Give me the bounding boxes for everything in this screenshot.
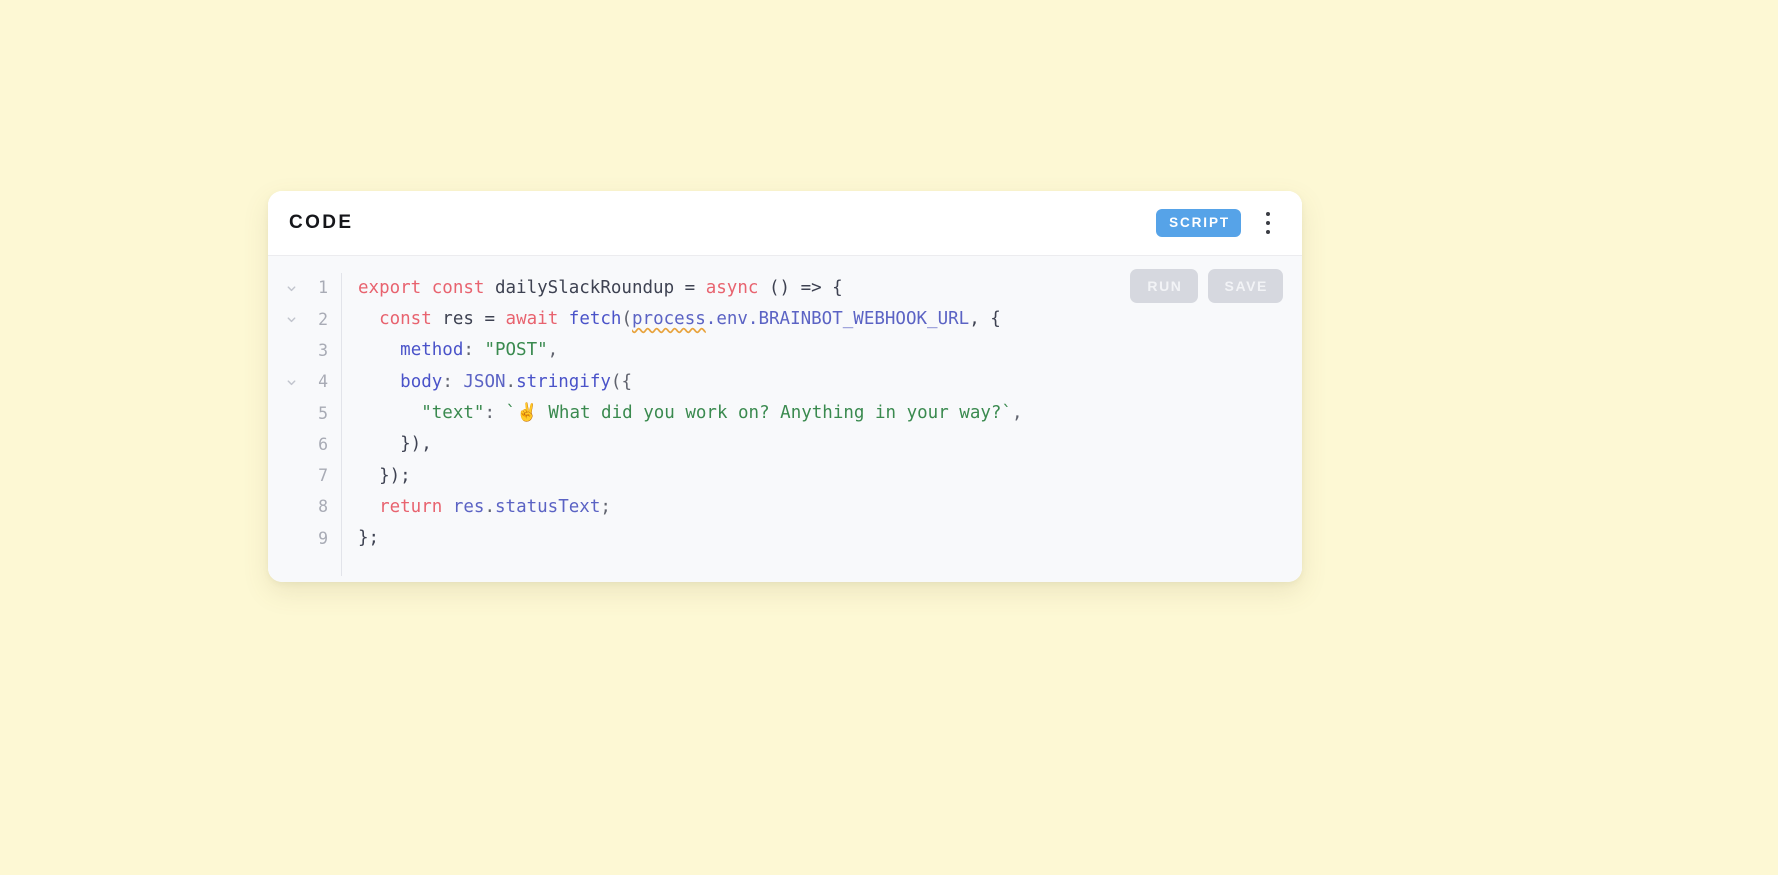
code-line: }), bbox=[358, 429, 1302, 460]
code-token: const bbox=[431, 277, 485, 298]
card-header: CODE SCRIPT bbox=[268, 191, 1302, 256]
code-content[interactable]: export const dailySlackRoundup = async (… bbox=[342, 273, 1302, 582]
page-title: CODE bbox=[289, 212, 354, 233]
gutter-row: 6 bbox=[278, 429, 328, 460]
code-token: }); bbox=[358, 465, 411, 486]
code-line: return res. statusText; bbox=[358, 492, 1302, 523]
line-number: 7 bbox=[318, 466, 328, 486]
code-token: ; bbox=[600, 496, 611, 517]
code-line: }); bbox=[358, 461, 1302, 492]
code-token: "POST" bbox=[484, 340, 548, 361]
code-token: = bbox=[684, 277, 696, 298]
kebab-dot bbox=[1265, 211, 1271, 217]
code-token: }), bbox=[358, 434, 432, 455]
code-token: JSON bbox=[463, 371, 506, 392]
run-button[interactable]: RUN bbox=[1130, 269, 1198, 303]
code-line: }; bbox=[358, 523, 1302, 554]
code-token: const bbox=[379, 309, 432, 330]
code-token: process bbox=[632, 309, 706, 330]
line-number: 8 bbox=[318, 497, 328, 517]
save-button[interactable]: SAVE bbox=[1207, 269, 1283, 303]
code-editor[interactable]: 1 2 3 4 5 6 7 8 9 export const dailySlackRoundup… bbox=[268, 256, 1302, 582]
code-token: : bbox=[442, 371, 464, 392]
line-number: 2 bbox=[318, 309, 328, 329]
gutter-row: 3 bbox=[278, 336, 328, 367]
line-number: 6 bbox=[318, 434, 328, 454]
gutter-row: 9 bbox=[278, 523, 328, 554]
code-token: statusText bbox=[495, 496, 601, 517]
editor-actions: RUN SAVE bbox=[1130, 269, 1283, 303]
code-token: fetch bbox=[568, 309, 622, 330]
gutter-row: 7 bbox=[278, 461, 328, 492]
code-token: .env.BRAINBOT_WEBHOOK_URL bbox=[705, 309, 970, 330]
code-token: stringify bbox=[516, 371, 611, 392]
code-token: . bbox=[505, 371, 517, 392]
kebab-dot bbox=[1265, 229, 1271, 235]
code-token: ( bbox=[621, 309, 633, 330]
line-number-gutter: 1 2 3 4 5 6 7 8 9 bbox=[268, 273, 328, 582]
code-token: : bbox=[484, 403, 506, 424]
line-number: 3 bbox=[318, 340, 328, 360]
code-token: await bbox=[505, 309, 559, 330]
gutter-row: 1 bbox=[278, 273, 328, 304]
code-line: const res = await fetch(process .env.BRAI… bbox=[358, 304, 1302, 335]
code-line: method: "POST", bbox=[358, 336, 1302, 367]
code-token: method bbox=[400, 340, 464, 361]
code-token: ({ bbox=[610, 371, 632, 392]
code-token: () => { bbox=[758, 277, 843, 298]
line-number: 1 bbox=[318, 278, 328, 298]
code-token: async bbox=[705, 277, 759, 298]
code-token: res bbox=[452, 496, 485, 517]
line-number: 5 bbox=[318, 403, 328, 423]
code-token: }; bbox=[358, 528, 380, 549]
code-token: : bbox=[463, 340, 485, 361]
code-token: "text" bbox=[421, 403, 485, 424]
gutter-row: 2 bbox=[278, 304, 328, 335]
code-line: body: JSON. stringify({ bbox=[358, 367, 1302, 398]
gutter-row: 8 bbox=[278, 492, 328, 523]
chevron-down-icon[interactable] bbox=[278, 377, 304, 388]
code-token: export bbox=[358, 277, 422, 298]
code-token: , bbox=[547, 340, 559, 361]
gutter-row: 5 bbox=[278, 398, 328, 429]
line-number: 4 bbox=[318, 372, 328, 392]
code-token: `✌️ What did you work on? Anything in yo… bbox=[505, 403, 1012, 424]
code-card: CODE SCRIPT 1 2 3 4 5 6 7 8 9 export const daily… bbox=[268, 191, 1302, 582]
kebab-dot bbox=[1265, 220, 1271, 226]
code-token: . bbox=[484, 496, 495, 517]
code-token: return bbox=[379, 496, 443, 517]
kebab-menu-icon[interactable] bbox=[1253, 206, 1283, 240]
line-number: 9 bbox=[318, 528, 328, 548]
gutter-row: 4 bbox=[278, 367, 328, 398]
chevron-down-icon[interactable] bbox=[278, 314, 304, 325]
code-line: "text": `✌️ What did you work on? Anythi… bbox=[358, 398, 1302, 429]
code-token: dailySlackRoundup bbox=[484, 277, 685, 298]
script-badge[interactable]: SCRIPT bbox=[1156, 209, 1241, 237]
code-token: body bbox=[400, 371, 443, 392]
code-token: = bbox=[484, 309, 495, 330]
chevron-down-icon[interactable] bbox=[278, 283, 304, 294]
code-token: , bbox=[1011, 403, 1023, 424]
code-token: , { bbox=[969, 309, 1001, 330]
code-token: res bbox=[431, 309, 485, 330]
